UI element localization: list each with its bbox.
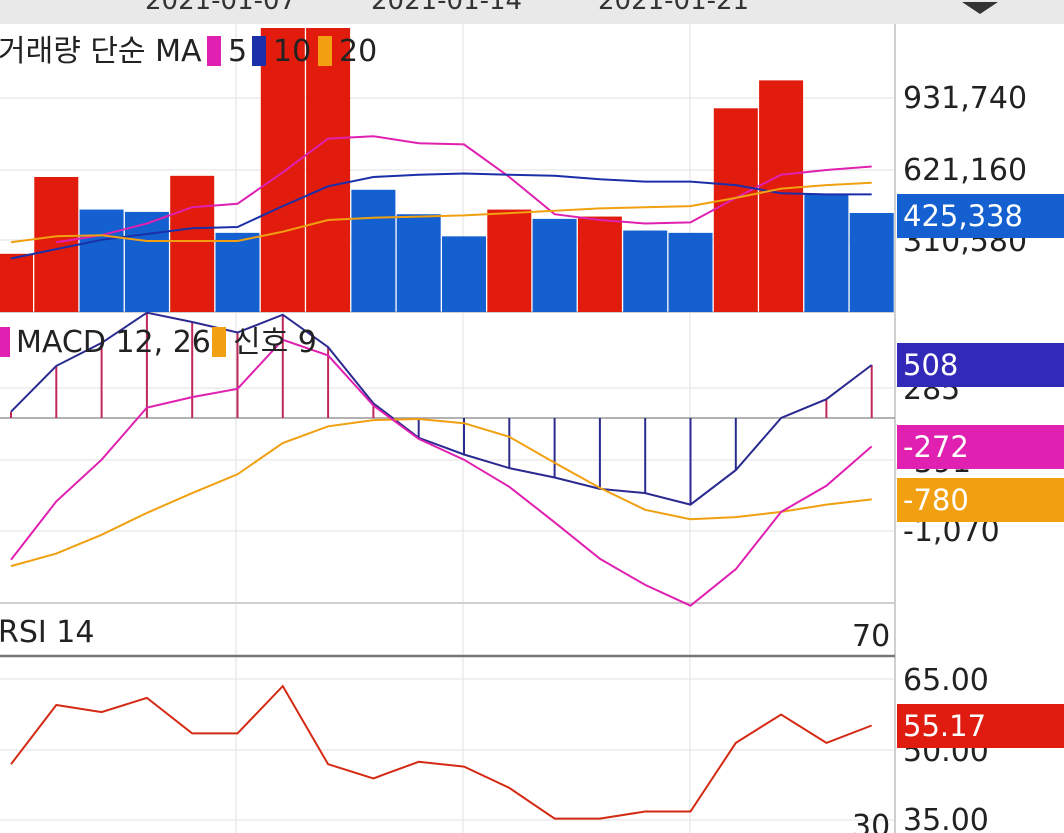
volume-legend-title: 거래량 단순 MA: [0, 34, 202, 69]
volume-bar: [713, 108, 758, 312]
signal-line-value: -780: [903, 483, 969, 517]
rsi-current-value: 55.17: [903, 709, 986, 743]
rsi-lower-level: 30: [852, 809, 890, 833]
volume-axis-label: 621,160: [903, 153, 1027, 188]
macd-line-value: -272: [903, 430, 969, 464]
rsi-upper-level: 70: [852, 619, 890, 654]
ma10-swatch: [252, 36, 266, 66]
ma5-label: 5: [228, 34, 247, 69]
macd-line: [10, 338, 873, 607]
volume-bar: [79, 209, 124, 312]
signal-swatch: [212, 327, 226, 357]
volume-bar: [306, 28, 351, 312]
volume-bar: [759, 80, 804, 313]
volume-bar: [623, 230, 668, 312]
signal-line: [10, 417, 872, 568]
volume-bar: [442, 236, 486, 312]
volume-bar: [260, 28, 305, 312]
rsi-axis-label: 35.00: [903, 803, 989, 833]
macd-legend-title: MACD 12, 26: [16, 325, 211, 360]
volume-bar: [532, 218, 577, 312]
signal-legend-label: 신호 9: [233, 325, 317, 360]
volume-bar: [668, 232, 713, 312]
volume-bar: [215, 232, 260, 312]
volume-bar: [34, 176, 79, 312]
volume-bar: [396, 214, 441, 312]
ma10-label: 10: [273, 34, 311, 69]
volume-bar: [351, 189, 396, 312]
volume-bar: [487, 209, 532, 312]
rsi-axis-label: 65.00: [903, 663, 989, 698]
ma20-swatch: [318, 36, 332, 66]
rsi-legend-title: RSI 14: [0, 615, 94, 650]
volume-bar: [0, 253, 33, 312]
rsi-line: [10, 684, 873, 820]
volume-current-value: 425,338: [903, 199, 1023, 233]
macd-swatch: [0, 327, 10, 357]
volume-bar: [849, 212, 894, 312]
volume-axis-label: 931,740: [903, 81, 1027, 116]
macd-histogram-value: 508: [903, 348, 958, 382]
volume-bar: [804, 194, 849, 312]
volume-bar: [170, 175, 215, 312]
ma20-label: 20: [339, 34, 377, 69]
stock-indicator-chart[interactable]: 거래량 단순 MA 5 10 20 931,740 621,160 310,58…: [0, 0, 1064, 833]
volume-bar: [577, 216, 622, 312]
ma5-swatch: [207, 36, 221, 66]
